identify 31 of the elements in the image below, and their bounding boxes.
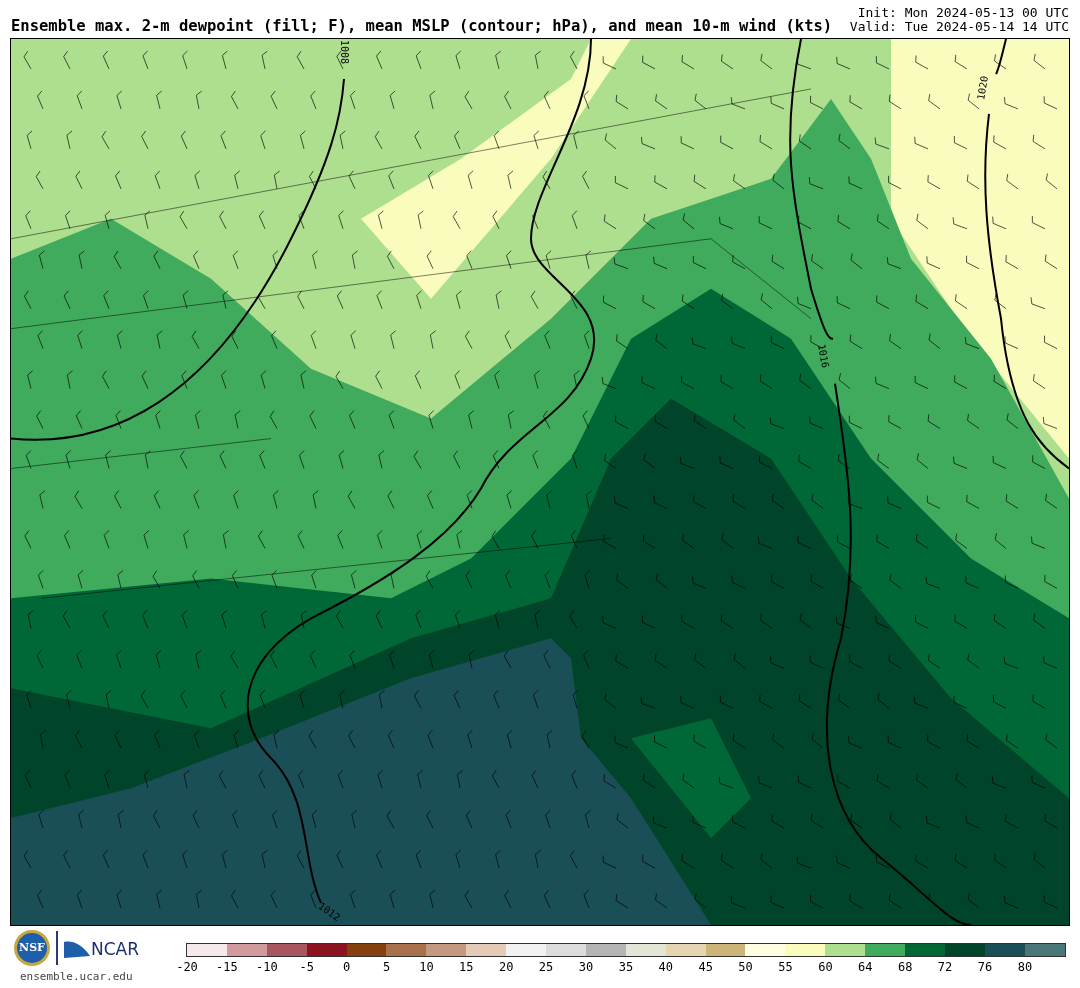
contour-label: 1016: [816, 343, 831, 369]
colorbar-tick-label: 10: [419, 961, 434, 973]
colorbar-tick-label: 60: [818, 961, 833, 973]
colorbar-tick-label: -15: [216, 961, 238, 973]
colorbar-tick-label: 25: [538, 961, 554, 973]
colorbar-tick-label: 76: [977, 961, 993, 973]
chart-title: Ensemble max. 2-m dewpoint (fill; F), mean MSLP (contour; hPa), and mean 10-m wind (kts): [11, 18, 833, 34]
colorbar-tick-label: 0: [343, 961, 351, 973]
colorbar-tick-label: 20: [498, 961, 514, 973]
colorbar-tick-label: 50: [738, 961, 753, 973]
contour-label: 1008: [339, 39, 350, 65]
init-time: Init: Mon 2024-05-13 00 UTC: [857, 6, 1069, 20]
colorbar-tick-label: 40: [658, 961, 673, 973]
valid-time: Valid: Tue 2024-05-14 14 UTC: [849, 20, 1069, 34]
nsf-logo: NSF: [14, 930, 50, 966]
colorbar-tick-label: 35: [618, 961, 634, 973]
colorbar-tick-label: 64: [858, 961, 873, 973]
colorbar-tick-label: 55: [778, 961, 793, 973]
site-url: ensemble.ucar.edu: [20, 969, 133, 985]
colorbar-tick-label: -5: [299, 961, 314, 973]
colorbar-tick-label: -10: [255, 961, 278, 973]
colorbar-tick-label: 5: [382, 961, 391, 973]
colorbar-tick-label: 72: [937, 961, 953, 973]
contour-label: 1020: [976, 75, 991, 101]
ncar-logo: NCAR: [64, 938, 140, 958]
colorbar-tick-label: 68: [897, 961, 913, 973]
colorbar-tick-label: 80: [1017, 961, 1033, 973]
colorbar-tick-label: 15: [459, 961, 474, 973]
colorbar-tick-label: 45: [698, 961, 713, 973]
colorbar-tick-label: 30: [578, 961, 594, 973]
colorbar-tick-label: -20: [176, 961, 198, 973]
